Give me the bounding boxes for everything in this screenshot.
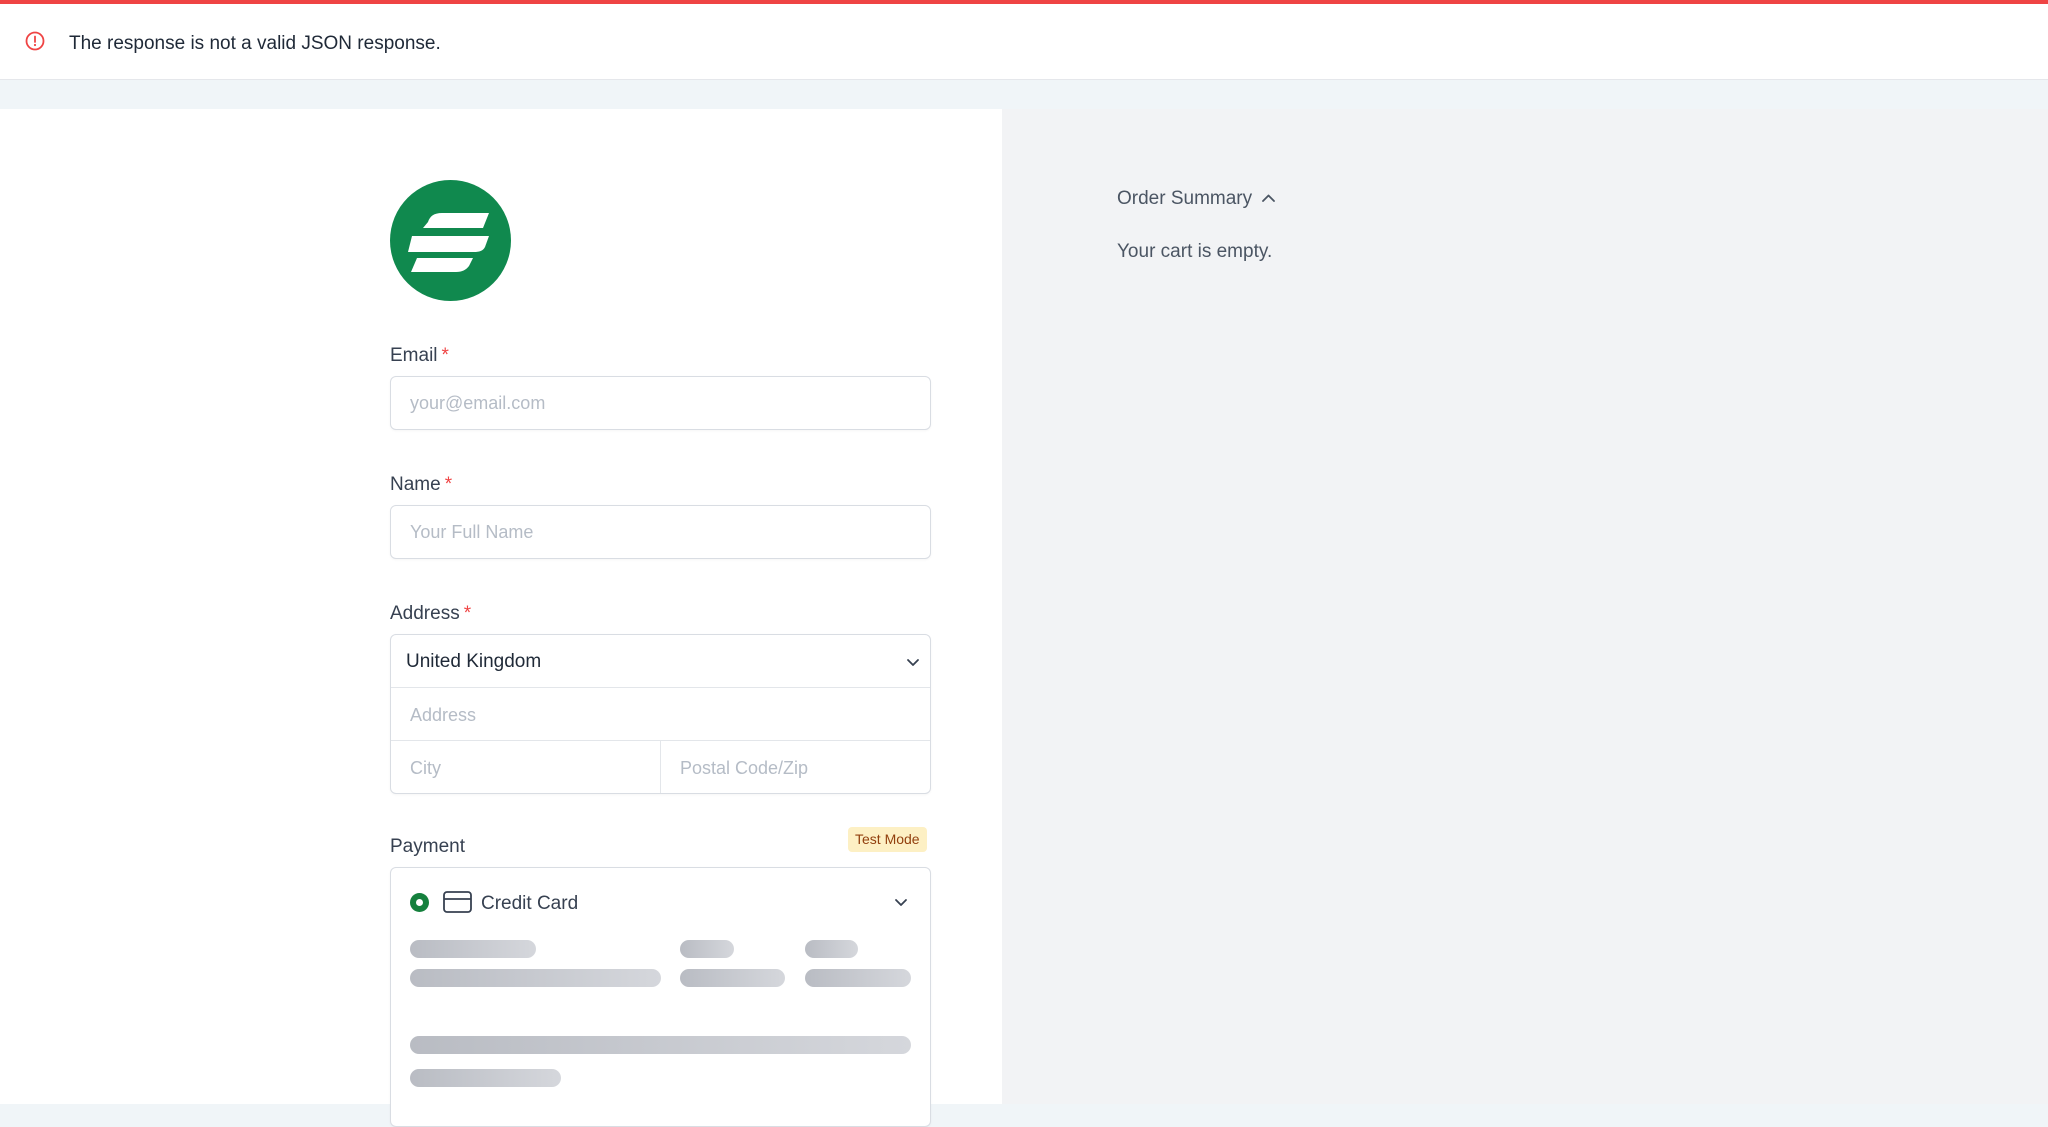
error-notice: The response is not a valid JSON respons… [0, 0, 2048, 80]
credit-card-icon [443, 891, 472, 913]
test-mode-badge: Test Mode [848, 827, 927, 852]
skeleton-bar [805, 969, 911, 987]
country-select[interactable]: United Kingdom [391, 635, 930, 688]
skeleton-bar [680, 940, 734, 958]
address-label: Address * [390, 603, 472, 624]
alert-circle-icon [25, 31, 45, 51]
name-input[interactable]: Your Full Name [390, 505, 931, 559]
chevron-down-icon[interactable] [893, 894, 909, 910]
skeleton-bar [410, 1036, 911, 1054]
name-label: Name * [390, 474, 453, 495]
chevron-up-icon[interactable] [1260, 190, 1277, 207]
payment-method-box: Credit Card [390, 867, 931, 1127]
payment-label: Payment [390, 836, 465, 857]
postal-code-input[interactable]: Postal Code/Zip [661, 741, 930, 793]
cart-empty-message: Your cart is empty. [1117, 241, 1273, 262]
skeleton-bar [410, 1069, 561, 1087]
email-label: Email * [390, 345, 449, 366]
error-message: The response is not a valid JSON respons… [69, 33, 441, 54]
email-input[interactable]: your@email.com [390, 376, 931, 430]
credit-card-radio[interactable] [410, 893, 429, 912]
chevron-down-icon [907, 659, 919, 666]
skeleton-bar [805, 940, 858, 958]
skeleton-bar [680, 969, 785, 987]
credit-card-label: Credit Card [481, 893, 579, 914]
skeleton-bar [410, 969, 661, 987]
city-input[interactable]: City [391, 741, 661, 793]
country-value: United Kingdom [406, 651, 542, 672]
skeleton-bar [410, 940, 536, 958]
top-spacer [0, 80, 2048, 109]
surecart-logo-icon [390, 180, 511, 301]
address-fieldset: United Kingdom Address City Postal Code/… [390, 634, 931, 794]
order-summary-toggle[interactable]: Order Summary [1117, 188, 1252, 210]
address-line-input[interactable]: Address [391, 688, 930, 741]
